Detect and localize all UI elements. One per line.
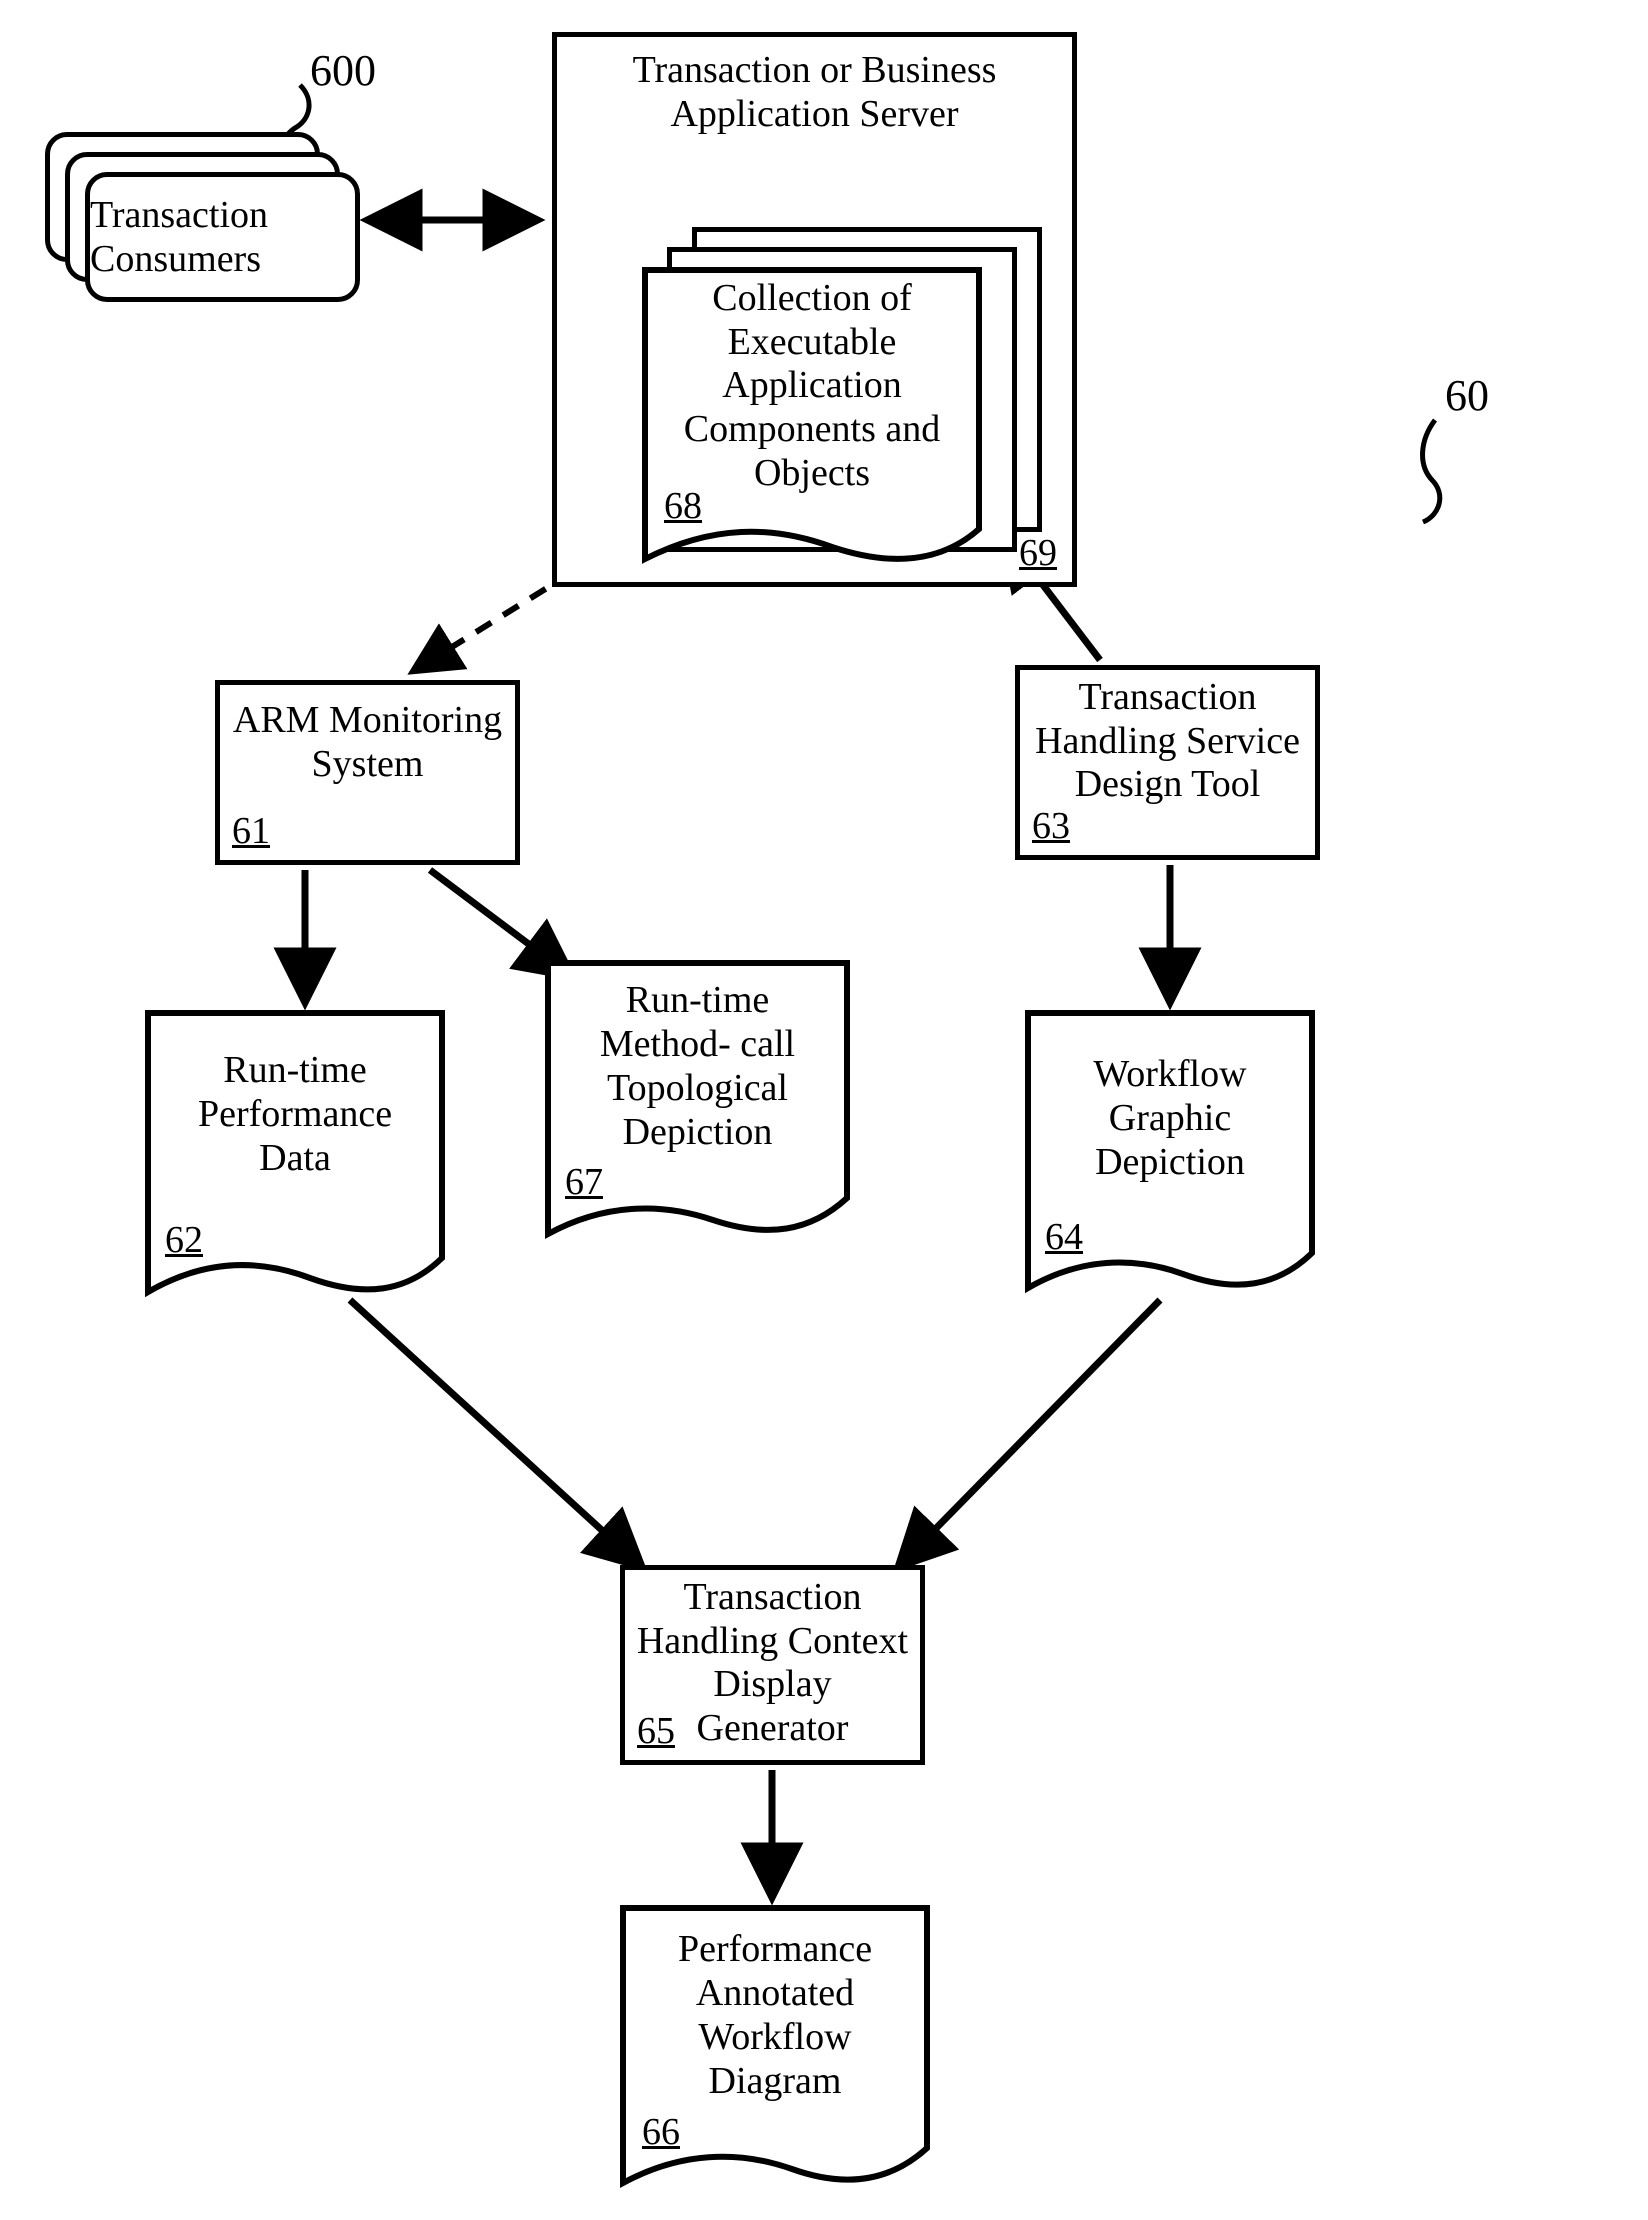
perf-data-label: Run-time Performance Data [145, 1010, 445, 1180]
design-tool-label: Transaction Handling Service Design Tool [1020, 670, 1315, 807]
diagram-stage: 600 60 Transaction Consumers Transaction… [0, 0, 1648, 2220]
consumers-card-front: Transaction Consumers [85, 172, 360, 302]
server-title: Transaction or Business Application Serv… [557, 37, 1072, 136]
ref-600: 600 [310, 45, 376, 96]
server-box: Transaction or Business Application Serv… [552, 32, 1077, 587]
ref-66: 66 [642, 2110, 680, 2154]
collection-label: Collection of Executable Application Com… [642, 267, 982, 495]
ref-62: 62 [165, 1218, 203, 1262]
ref-63: 63 [1032, 805, 1070, 849]
ref-61: 61 [232, 810, 270, 854]
ref-64: 64 [1045, 1215, 1083, 1259]
ref-65: 65 [637, 1710, 675, 1754]
design-tool-box: Transaction Handling Service Design Tool… [1015, 665, 1320, 860]
ref-68: 68 [664, 485, 702, 529]
collection-front: Collection of Executable Application Com… [642, 267, 982, 567]
method-call-doc: Run-time Method- call Topological Depict… [545, 960, 850, 1240]
annotated-workflow-doc: Performance Annotated Workflow Diagram 6… [620, 1905, 930, 2190]
ref-67: 67 [565, 1160, 603, 1204]
ref-69: 69 [1019, 532, 1057, 576]
ref-60: 60 [1445, 370, 1489, 421]
method-call-label: Run-time Method- call Topological Depict… [545, 960, 850, 1154]
arm-label: ARM Monitoring System [220, 685, 515, 786]
workflow-graphic-doc: Workflow Graphic Depiction 64 [1025, 1010, 1315, 1295]
annotated-workflow-label: Performance Annotated Workflow Diagram [620, 1905, 930, 2103]
workflow-graphic-label: Workflow Graphic Depiction [1025, 1010, 1315, 1184]
context-gen-box: Transaction Handling Context Display Gen… [620, 1565, 925, 1765]
arm-box: ARM Monitoring System 61 [215, 680, 520, 865]
perf-data-doc: Run-time Performance Data 62 [145, 1010, 445, 1300]
consumers-label: Transaction Consumers [90, 193, 355, 281]
